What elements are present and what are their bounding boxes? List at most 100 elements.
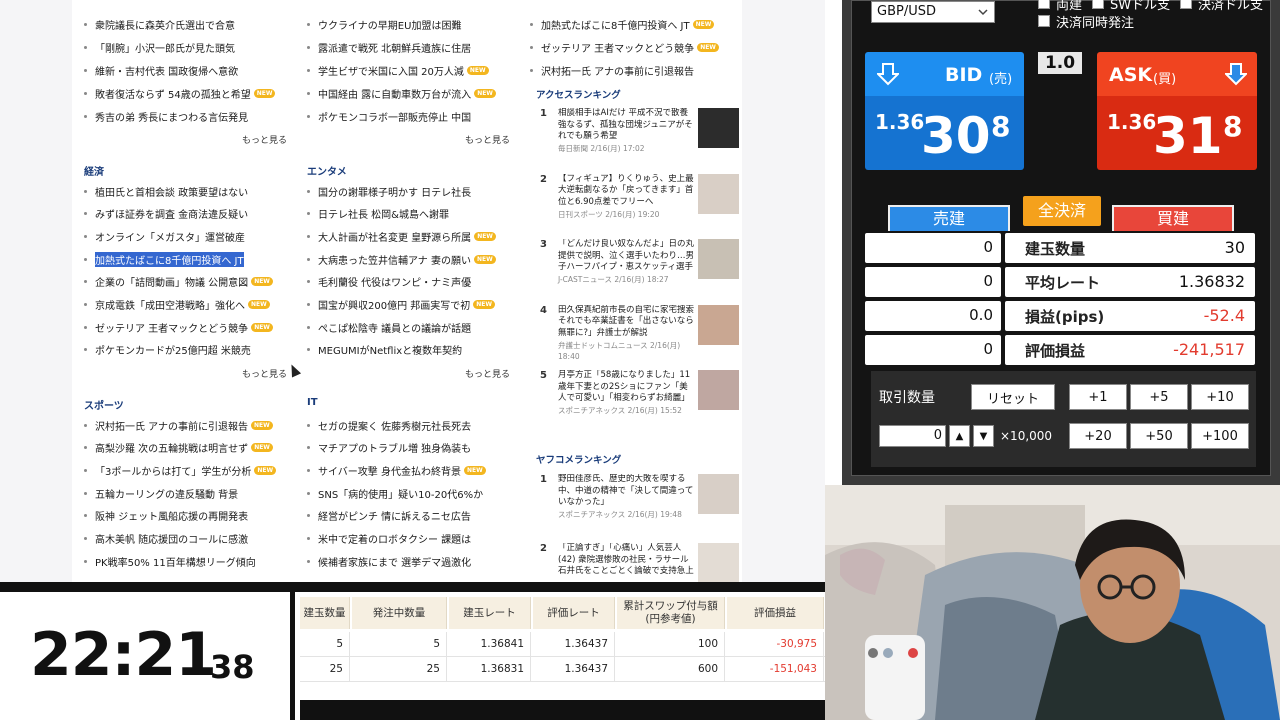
news-link[interactable]: 加熱式たばこに8千億円投資へ JT NEW	[530, 17, 715, 32]
news-link[interactable]: 秀吉の弟 秀長にまつわる言伝発見	[84, 109, 248, 124]
more-link[interactable]: もっと見る	[465, 133, 510, 146]
ranking-number: 1	[540, 474, 547, 485]
checkbox-sw[interactable]	[1092, 0, 1104, 9]
plus-1-button[interactable]: +1	[1069, 384, 1127, 410]
plus-100-button[interactable]: +100	[1191, 423, 1249, 449]
news-link[interactable]: みずほ証券を調査 金商法違反疑い	[84, 207, 248, 221]
news-link[interactable]: 敗者復活ならず 54歳の孤独と希望 NEW	[84, 86, 276, 101]
news-link[interactable]: ポケモンコラボ一部販売停止 中国	[307, 109, 471, 124]
news-link[interactable]: 日テレ社長 松岡&城島へ謝罪	[307, 207, 449, 221]
ranking-item[interactable]: 2 「正論すぎ」「心痛い」人気芸人(42) 衆院選惨敗の社民・ラサール石井氏をこと…	[540, 543, 739, 582]
news-link[interactable]: 加熱式たばこに8千億円投資へ JT	[84, 251, 244, 267]
news-link[interactable]: 米中で定着のロボタクシー 課題は	[307, 532, 471, 546]
quantity-up-button[interactable]: ▲	[949, 425, 970, 447]
plus-10-button[interactable]: +10	[1191, 384, 1249, 410]
news-link[interactable]: ポケモンカードが25億円超 米競売	[84, 343, 251, 357]
ranking-item[interactable]: 4 田久保真紀前市長の自宅に家宅捜索 それでも卒業証書を「出さないなら無罪に?」弁…	[540, 304, 739, 365]
ask-prefix: 1.36	[1107, 110, 1157, 134]
news-link[interactable]: PK戦率50% 11百年構想リーグ傾向	[84, 554, 256, 569]
quantity-input[interactable]: 0	[879, 425, 946, 447]
news-link[interactable]: 経営がピンチ 情に訴えるニセ広告	[307, 509, 471, 523]
settle-all-button[interactable]: 全決済	[1023, 196, 1101, 226]
bullet-icon	[84, 423, 87, 427]
news-link[interactable]: SNS「病的使用」疑い10-20代6%か	[307, 486, 483, 501]
news-link[interactable]: 露派遣で戦死 北朝鮮兵遺族に住居	[307, 40, 471, 55]
news-link[interactable]: 「剛腕」小沢一郎氏が見た頭気	[84, 40, 235, 55]
news-link[interactable]: 維新・吉村代表 国政復帰へ意欲	[84, 63, 238, 78]
news-link[interactable]: オンライン「メガスタ」運営破産	[84, 229, 245, 244]
news-link[interactable]: 沢村拓一氏 アナの事前に引退報告	[530, 63, 694, 78]
label-simultaneous: 決済同時発注	[1056, 16, 1135, 31]
ranking-item[interactable]: 5 月亭方正「58歳になりました」11歳年下妻との2Sショにファン「美人で可愛い」…	[540, 370, 739, 430]
news-link[interactable]: 大人計画が社名変更 皇野源ら所属 NEW	[307, 229, 496, 244]
news-link[interactable]: 大病患った笠井信輔アナ 妻の願い NEW	[307, 252, 496, 267]
news-link-text: ポケモンカードが25億円超 米競売	[95, 346, 251, 358]
more-link[interactable]: もっと見る	[465, 367, 510, 380]
bullet-icon	[84, 257, 87, 261]
bullet-icon	[307, 22, 310, 26]
ranking-item[interactable]: 1 相談相手はAIだけ 平成不況で散養強なるず、孤独な団塊ジュニアがそれでも願う希…	[540, 108, 739, 168]
news-link[interactable]: 植田氏と首相会談 政策要望はない	[84, 184, 248, 199]
more-link[interactable]: もっと見る	[242, 367, 287, 380]
ask-button[interactable]: ASK (買) 1.36 31 8	[1097, 52, 1257, 170]
news-link[interactable]: マチアプのトラブル増 独身偽装も	[307, 441, 471, 455]
news-link[interactable]: 阪神 ジェット風船応援の再開発表	[84, 509, 248, 523]
news-link[interactable]: 衆院議長に森英介氏選出で合意	[84, 17, 235, 32]
info-row: 0 平均レート 1.36832	[865, 267, 1255, 297]
ranking-item[interactable]: 2 【フィギュア】りくりゅう、史上最大逆転劇なるか「戻ってきます」首位と6.90点…	[540, 173, 739, 234]
table-header: 累計スワップ付与額 (円参考値)	[617, 597, 725, 629]
news-link[interactable]: 京成電鉄「成田空港戦略」強化へ NEW	[84, 298, 270, 312]
more-link[interactable]: もっと見る	[242, 133, 287, 146]
plus-20-label: +20	[1084, 428, 1112, 444]
news-link[interactable]: 国宝が興収200億円 邦画実写で初 NEW	[307, 298, 496, 312]
new-badge: NEW	[248, 300, 270, 309]
news-link[interactable]: MEGUMIがNetflixと複数年契約	[307, 343, 462, 357]
news-link[interactable]: 高梨沙羅 次の五輪挑戦は明言せず NEW	[84, 441, 273, 455]
tab-buy[interactable]: 買建	[1112, 205, 1234, 231]
quantity-down-button[interactable]: ▼	[973, 425, 994, 447]
news-link[interactable]: 国分の謝罪様子明かす 日テレ社長	[307, 184, 471, 199]
checkbox-ryodate[interactable]	[1038, 0, 1050, 9]
news-link[interactable]: ゼッテリア 王者マックとどう競争 NEW	[84, 320, 273, 335]
ranking-number: 4	[540, 304, 547, 316]
bid-button[interactable]: BID (売) 1.36 30 8	[865, 52, 1024, 170]
reset-button[interactable]: リセット	[971, 384, 1055, 410]
bullet-icon	[84, 559, 87, 563]
news-link[interactable]: ぺこぱ松陰寺 議員との議論が話題	[307, 320, 471, 335]
news-link[interactable]: 毛利蘭役 代役はワンピ・ナミ声優	[307, 275, 471, 289]
checkbox-settle-dollar[interactable]	[1180, 0, 1192, 9]
news-link[interactable]: 中国経由 露に自動車数万台が流入 NEW	[307, 86, 496, 101]
news-link[interactable]: サイバー攻撃 身代金払わ終背景 NEW	[307, 463, 486, 478]
bullet-icon	[84, 68, 87, 72]
news-link[interactable]: ゼッテリア 王者マックとどう競争 NEW	[530, 40, 719, 55]
news-link[interactable]: 企業の「詰問動画」物議 公開意図 NEW	[84, 275, 273, 289]
plus-50-button[interactable]: +50	[1130, 423, 1188, 449]
currency-pair-select[interactable]: GBP/USD	[871, 1, 995, 23]
news-link[interactable]: ウクライナの早期EU加盟は困難	[307, 17, 461, 32]
news-link[interactable]: 五輪カーリングの違反騒動 背景	[84, 486, 238, 501]
new-badge: NEW	[251, 322, 273, 332]
bullet-icon	[307, 423, 310, 427]
trading-panel-inner: 両建 SWドル支 決済ドル支 決済同時発注 GBP/USD BID (売) 1.…	[851, 0, 1271, 476]
ranking-item[interactable]: 1 野田佳彦氏、歴史的大敗を喫する中、中道の精神で「決して間違っていなかった」 スポ…	[540, 474, 739, 534]
news-link[interactable]: 高木美帆 随応援団のコールに感激	[84, 532, 248, 546]
ranking-item[interactable]: 3 「どんだけ良い奴なんだよ」日の丸提供で説明、泣く選手いたわり…男子ハーフパイプ…	[540, 239, 739, 299]
news-link[interactable]: 沢村拓一氏 アナの事前に引退報告 NEW	[84, 418, 273, 433]
divider-bar	[0, 582, 825, 592]
ranking-thumbnail	[698, 173, 739, 214]
bullet-icon	[530, 68, 533, 72]
section-heading: エンタメ	[307, 167, 347, 178]
news-link[interactable]: 候補者家族にまで 選挙デマ過激化	[307, 554, 472, 569]
news-link-text: 国宝が興収200億円 邦画実写で初	[318, 301, 471, 312]
news-link[interactable]: 「3ポールからは打て」学生が分析 NEW	[84, 463, 277, 478]
left-margin	[0, 0, 72, 582]
news-link[interactable]: セガの提案く 佐藤秀樹元社長死去	[307, 418, 471, 433]
news-link[interactable]: 学生ビザで米国に入国 20万人減 NEW	[307, 63, 489, 78]
tab-sell[interactable]: 売建	[888, 205, 1010, 231]
news-link-text: 毛利蘭役 代役はワンピ・ナミ声優	[318, 278, 472, 290]
checkbox-simultaneous[interactable]	[1038, 15, 1050, 27]
plus-20-button[interactable]: +20	[1069, 423, 1127, 449]
news-link-text: 候補者家族にまで 選挙デマ過激化	[318, 557, 472, 569]
quantity-unit: ×10,000	[1000, 429, 1053, 443]
plus-5-button[interactable]: +5	[1130, 384, 1188, 410]
